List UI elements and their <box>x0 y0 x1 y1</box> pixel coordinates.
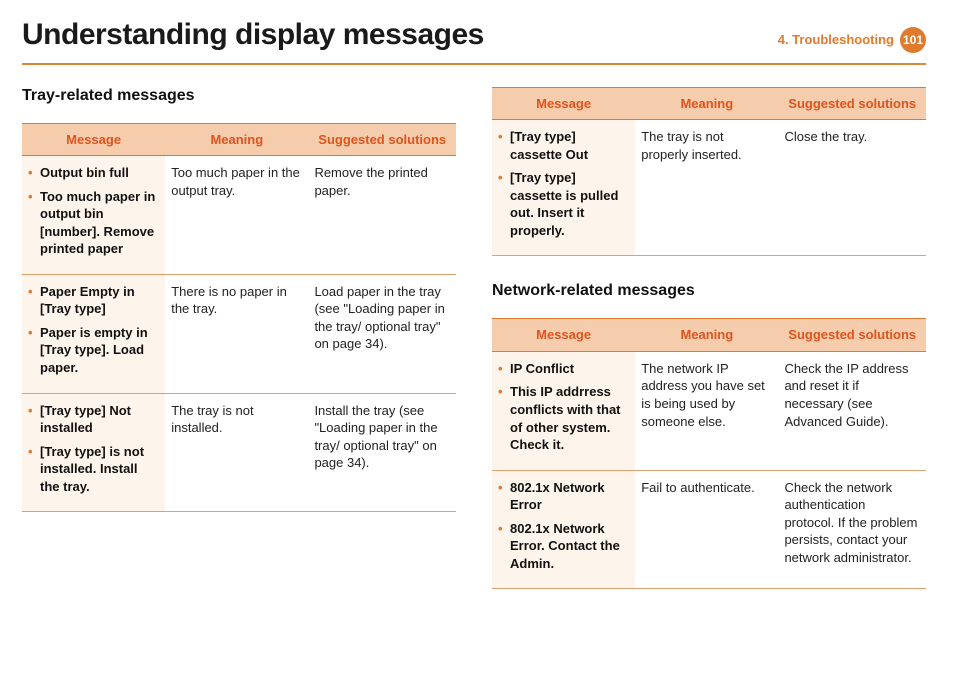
page-number-badge: 101 <box>900 27 926 53</box>
message-item: [Tray type] cassette Out <box>498 128 627 163</box>
tray-messages-table-cont: Message Meaning Suggested solutions [Tra… <box>492 87 926 257</box>
col-solution: Suggested solutions <box>778 87 926 120</box>
col-message: Message <box>492 319 635 352</box>
table-row: [Tray type] Not installed [Tray type] is… <box>22 393 456 512</box>
message-item: Paper Empty in [Tray type] <box>28 283 157 318</box>
table-header-row: Message Meaning Suggested solutions <box>492 319 926 352</box>
col-message: Message <box>492 87 635 120</box>
col-meaning: Meaning <box>165 123 308 156</box>
message-item: [Tray type] is not installed. Install th… <box>28 443 157 496</box>
table-row: [Tray type] cassette Out [Tray type] cas… <box>492 120 926 256</box>
cell-messages: Paper Empty in [Tray type] Paper is empt… <box>22 274 165 393</box>
cell-messages: IP Conflict This IP addrress conflicts w… <box>492 351 635 470</box>
message-item: [Tray type] Not installed <box>28 402 157 437</box>
content-columns: Tray-related messages Message Meaning Su… <box>22 87 926 590</box>
message-item: 802.1x Network Error. Contact the Admin. <box>498 520 627 573</box>
right-column: Message Meaning Suggested solutions [Tra… <box>492 87 926 590</box>
message-item: 802.1x Network Error <box>498 479 627 514</box>
network-section-title: Network-related messages <box>492 282 926 300</box>
cell-messages: [Tray type] cassette Out [Tray type] cas… <box>492 120 635 256</box>
cell-meaning: There is no paper in the tray. <box>165 274 308 393</box>
message-item: [Tray type] cassette is pulled out. Inse… <box>498 169 627 239</box>
cell-meaning: Fail to authenticate. <box>635 470 778 589</box>
tray-section-title: Tray-related messages <box>22 87 456 105</box>
chapter-label: 4. Troubleshooting <box>778 32 894 47</box>
table-row: 802.1x Network Error 802.1x Network Erro… <box>492 470 926 589</box>
message-item: This IP addrress conflicts with that of … <box>498 383 627 453</box>
cell-meaning: Too much paper in the output tray. <box>165 156 308 275</box>
network-messages-table: Message Meaning Suggested solutions IP C… <box>492 318 926 589</box>
left-column: Tray-related messages Message Meaning Su… <box>22 87 456 590</box>
col-meaning: Meaning <box>635 87 778 120</box>
tray-messages-table: Message Meaning Suggested solutions Outp… <box>22 123 456 513</box>
page-title: Understanding display messages <box>22 18 484 52</box>
message-item: Too much paper in output bin [number]. R… <box>28 188 157 258</box>
table-header-row: Message Meaning Suggested solutions <box>492 87 926 120</box>
cell-solution: Close the tray. <box>778 120 926 256</box>
col-solution: Suggested solutions <box>778 319 926 352</box>
cell-messages: [Tray type] Not installed [Tray type] is… <box>22 393 165 512</box>
col-message: Message <box>22 123 165 156</box>
message-item: IP Conflict <box>498 360 627 378</box>
cell-meaning: The network IP address you have set is b… <box>635 351 778 470</box>
table-row: IP Conflict This IP addrress conflicts w… <box>492 351 926 470</box>
message-item: Paper is empty in [Tray type]. Load pape… <box>28 324 157 377</box>
cell-meaning: The tray is not properly inserted. <box>635 120 778 256</box>
chapter-info: 4. Troubleshooting 101 <box>778 27 926 53</box>
cell-solution: Remove the printed paper. <box>308 156 456 275</box>
table-row: Paper Empty in [Tray type] Paper is empt… <box>22 274 456 393</box>
message-item: Output bin full <box>28 164 157 182</box>
cell-solution: Check the IP address and reset it if nec… <box>778 351 926 470</box>
col-solution: Suggested solutions <box>308 123 456 156</box>
cell-solution: Install the tray (see "Loading paper in … <box>308 393 456 512</box>
cell-solution: Check the network authentication protoco… <box>778 470 926 589</box>
cell-solution: Load paper in the tray (see "Loading pap… <box>308 274 456 393</box>
col-meaning: Meaning <box>635 319 778 352</box>
cell-messages: Output bin full Too much paper in output… <box>22 156 165 275</box>
page-header: Understanding display messages 4. Troubl… <box>22 18 926 65</box>
cell-meaning: The tray is not installed. <box>165 393 308 512</box>
table-row: Output bin full Too much paper in output… <box>22 156 456 275</box>
cell-messages: 802.1x Network Error 802.1x Network Erro… <box>492 470 635 589</box>
table-header-row: Message Meaning Suggested solutions <box>22 123 456 156</box>
